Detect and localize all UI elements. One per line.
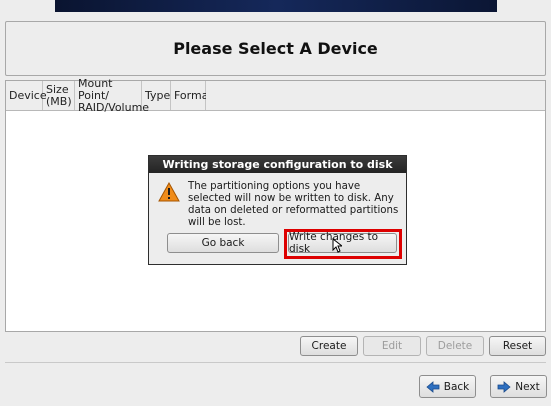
back-button[interactable]: Back (419, 375, 476, 398)
edit-button[interactable]: Edit (363, 336, 421, 356)
column-type[interactable]: Type (142, 81, 171, 110)
column-label: Size (46, 82, 69, 96)
column-mount-point[interactable]: Mount Point/ RAID/Volume (75, 76, 149, 113)
mouse-cursor-icon (332, 238, 342, 253)
highlight-box (284, 229, 402, 259)
go-back-button[interactable]: Go back (167, 233, 279, 253)
dialog-message: The partitioning options you have select… (188, 181, 399, 228)
arrow-left-icon (426, 380, 440, 393)
column-label: Type (145, 88, 171, 102)
delete-button[interactable]: Delete (426, 336, 484, 356)
column-label: Device (9, 88, 47, 102)
column-label: Mount Point/ (78, 76, 113, 102)
arrow-right-icon (497, 380, 511, 393)
column-device[interactable]: Device (6, 81, 47, 110)
next-button[interactable]: Next (490, 375, 547, 398)
reset-button[interactable]: Reset (489, 336, 546, 356)
create-button[interactable]: Create (300, 336, 358, 356)
top-banner (55, 0, 497, 12)
separator (5, 362, 546, 363)
warning-icon (158, 182, 180, 202)
back-label: Back (443, 380, 470, 393)
dialog-title: Writing storage configuration to disk (149, 156, 406, 173)
column-label: (MB) (46, 94, 72, 108)
page-header: Please Select A Device (5, 21, 546, 76)
table-header: Device Size (MB) Mount Point/ RAID/Volum… (6, 76, 213, 113)
column-label: RAID/Volume (78, 100, 150, 114)
table-header-fill (206, 81, 545, 111)
next-label: Next (515, 380, 540, 393)
column-format[interactable]: Format (171, 81, 213, 110)
column-size[interactable]: Size (MB) (43, 81, 75, 110)
page-title: Please Select A Device (173, 39, 378, 58)
